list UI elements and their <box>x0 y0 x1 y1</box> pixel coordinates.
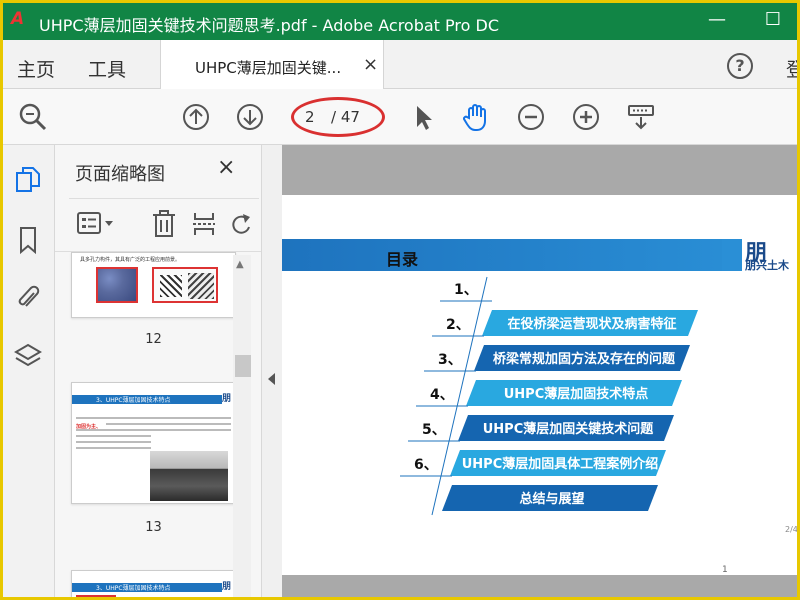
toc-item-text: UHPC薄层加固具体工程案例介绍 <box>462 456 659 472</box>
zoom-out-icon[interactable] <box>515 101 547 133</box>
thumbnail-logo-icon: 朋 <box>222 394 232 404</box>
document-tab-label: UHPC薄层加固关键... <box>195 59 342 77</box>
toc-item[interactable]: 在役桥梁运营现状及病害特征 2、 <box>432 310 698 337</box>
toc-item[interactable]: 总结与展望 <box>442 485 658 511</box>
toc-item-text: 桥梁常规加固方法及存在的问题 <box>493 351 676 367</box>
toc-item-number: 4、 <box>430 387 454 403</box>
toc-item-number: 5、 <box>422 422 446 438</box>
thumbnails-panel: 页面缩略图 × 具多孔力构件，其具有广泛的工程应用前景。 12 3、UHPC薄层… <box>55 145 262 597</box>
page-thumbnails-icon[interactable] <box>14 165 42 195</box>
page-up-icon[interactable] <box>180 101 212 133</box>
toc-item-number: 1、 <box>454 282 478 298</box>
toc-item-text: 在役桥梁运营现状及病害特征 <box>507 316 676 332</box>
thumbnail-page-14[interactable]: 3、UHPC薄层加固技术特点 朋 <box>71 570 236 597</box>
minimize-button[interactable]: — <box>705 9 729 33</box>
zoom-in-icon[interactable] <box>570 101 602 133</box>
thumbnails-scrollbar[interactable] <box>233 255 251 597</box>
tab-bar: 主页 工具 UHPC薄层加固关键... × ? 登 <box>3 40 797 89</box>
thumbnail-text: 3、UHPC薄层加固技术特点 <box>96 585 171 592</box>
delete-icon[interactable] <box>151 209 177 239</box>
toc-item-number: 2、 <box>446 317 470 333</box>
panel-collapse-handle[interactable] <box>262 145 282 597</box>
sign-in-link[interactable]: 登 <box>786 55 797 82</box>
collapse-left-icon[interactable] <box>268 373 275 385</box>
thumbnails-toolbar <box>69 198 259 248</box>
hand-tool-icon[interactable] <box>460 101 492 133</box>
toc-item-text: 总结与展望 <box>519 491 584 507</box>
pdf-page: 目录 朋 朋兴土木 1、 在役桥梁运营现状及病害特征 2、 桥梁常规加固方法及存在的问… <box>282 195 797 575</box>
page-navigator: 2 / 47 <box>291 97 385 137</box>
toc-item[interactable]: 桥梁常规加固方法及存在的问题 3、 <box>424 345 690 372</box>
toc-item-number: 3、 <box>438 352 462 368</box>
toc-item-text: UHPC薄层加固技术特点 <box>504 386 649 402</box>
document-view[interactable]: 目录 朋 朋兴土木 1、 在役桥梁运营现状及病害特征 2、 桥梁常规加固方法及存在的问… <box>282 145 797 597</box>
scroll-up-icon[interactable]: ▲ <box>236 259 244 270</box>
thumbnail-label: 12 <box>145 332 162 347</box>
side-page-fraction: 2/4 <box>785 525 797 534</box>
tab-home[interactable]: 主页 <box>17 55 55 82</box>
help-icon[interactable]: ? <box>727 53 753 79</box>
options-menu-icon[interactable] <box>77 211 117 237</box>
toc-graphic: 1、在役桥梁运营现状及病害特征 2、桥梁常规加固方法及存在的问题 3、 UHPC薄层加… <box>400 276 698 516</box>
select-arrow-icon[interactable] <box>407 101 439 133</box>
tab-document[interactable]: UHPC薄层加固关键... × <box>160 40 384 89</box>
close-panel-icon[interactable]: × <box>217 155 235 180</box>
acrobat-window: A UHPC薄层加固关键技术问题思考.pdf - Adobe Acrobat P… <box>3 3 797 597</box>
page-gap <box>282 575 797 597</box>
left-rail <box>3 145 55 597</box>
thumbnail-logo-icon: 朋 <box>222 582 232 592</box>
bookmark-icon[interactable] <box>14 225 42 255</box>
scrollbar-thumb[interactable] <box>235 355 251 377</box>
toc-item[interactable]: UHPC薄层加固具体工程案例介绍 6、 <box>400 450 666 477</box>
title-bar: A UHPC薄层加固关键技术问题思考.pdf - Adobe Acrobat P… <box>3 3 797 40</box>
thumbnail-label: 13 <box>145 520 162 535</box>
thumbnails-title: 页面缩略图 <box>75 164 165 185</box>
main-toolbar: 2 / 47 <box>3 89 797 145</box>
thumbnail-image <box>96 267 138 303</box>
thumbnail-image <box>152 267 218 303</box>
window-title: UHPC薄层加固关键技术问题思考.pdf - Adobe Acrobat Pro… <box>39 16 499 35</box>
toc-item-text: UHPC薄层加固关键技术问题 <box>483 421 655 437</box>
page-down-icon[interactable] <box>234 101 266 133</box>
thumbnail-page-12[interactable]: 具多孔力构件，其具有广泛的工程应用前景。 <box>71 252 236 318</box>
attachment-icon[interactable] <box>14 283 42 313</box>
toc-item[interactable]: UHPC薄层加固关键技术问题 5、 <box>408 415 674 442</box>
tab-tools[interactable]: 工具 <box>88 55 126 82</box>
thumbnail-page-13[interactable]: 3、UHPC薄层加固技术特点 朋 加固为主、 <box>71 382 236 504</box>
acrobat-logo-icon: A <box>11 9 25 29</box>
layers-icon[interactable] <box>14 341 42 371</box>
page-number: 1 <box>722 565 728 575</box>
rotate-icon[interactable] <box>231 211 251 237</box>
keyboard-icon[interactable] <box>625 101 657 133</box>
toc-item[interactable]: 1、 <box>440 282 492 302</box>
close-tab-icon[interactable]: × <box>363 54 378 75</box>
toc-item[interactable]: UHPC薄层加固技术特点 4、 <box>416 380 682 407</box>
toc-item-number: 6、 <box>414 457 438 473</box>
thumbnails-list: 具多孔力构件，其具有广泛的工程应用前景。 12 3、UHPC薄层加固技术特点 朋… <box>55 251 261 597</box>
extract-page-icon[interactable] <box>191 209 217 239</box>
annotation-ellipse <box>291 97 385 137</box>
search-zoom-icon[interactable] <box>17 101 49 133</box>
maximize-button[interactable]: ☐ <box>761 9 785 33</box>
thumbnail-text: 3、UHPC薄层加固技术特点 <box>96 397 171 404</box>
thumbnail-photo <box>150 451 228 501</box>
thumbnail-text: 具多孔力构件，其具有广泛的工程应用前景。 <box>80 257 181 263</box>
